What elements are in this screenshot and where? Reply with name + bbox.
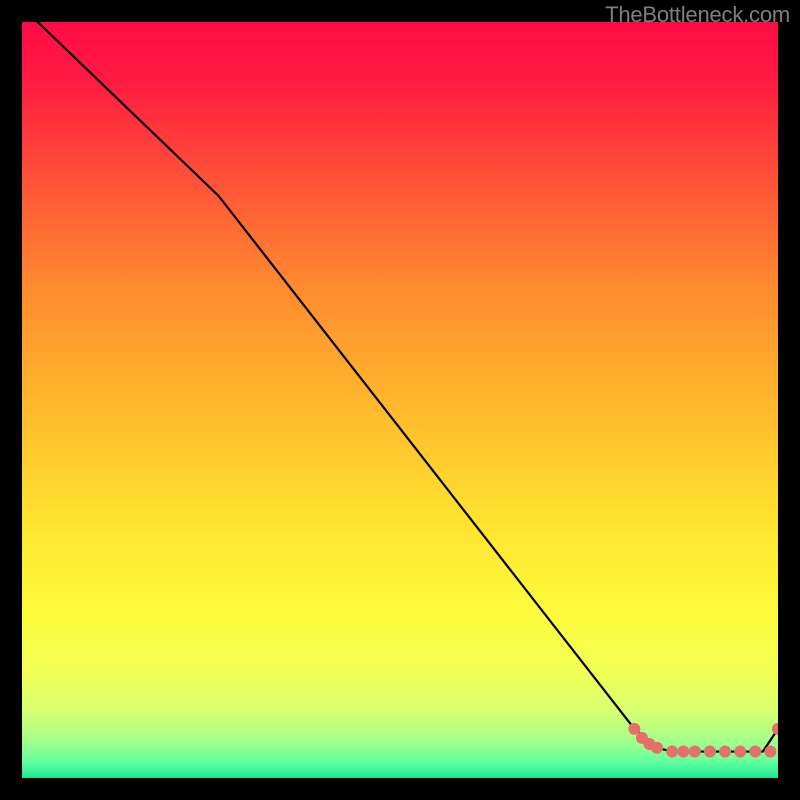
highlight-point <box>689 746 701 758</box>
highlight-point <box>678 746 690 758</box>
plot-area <box>22 22 778 778</box>
chart-root: TheBottleneck.com <box>0 0 800 800</box>
highlight-point <box>704 746 716 758</box>
highlight-point <box>651 742 663 754</box>
highlight-point <box>666 746 678 758</box>
highlight-point <box>749 746 761 758</box>
highlight-point <box>772 723 778 735</box>
series-main-line <box>22 22 778 752</box>
highlight-point <box>734 746 746 758</box>
highlight-point <box>719 746 731 758</box>
line-layer <box>22 22 778 778</box>
watermark-text: TheBottleneck.com <box>605 2 790 28</box>
highlight-point <box>764 746 776 758</box>
